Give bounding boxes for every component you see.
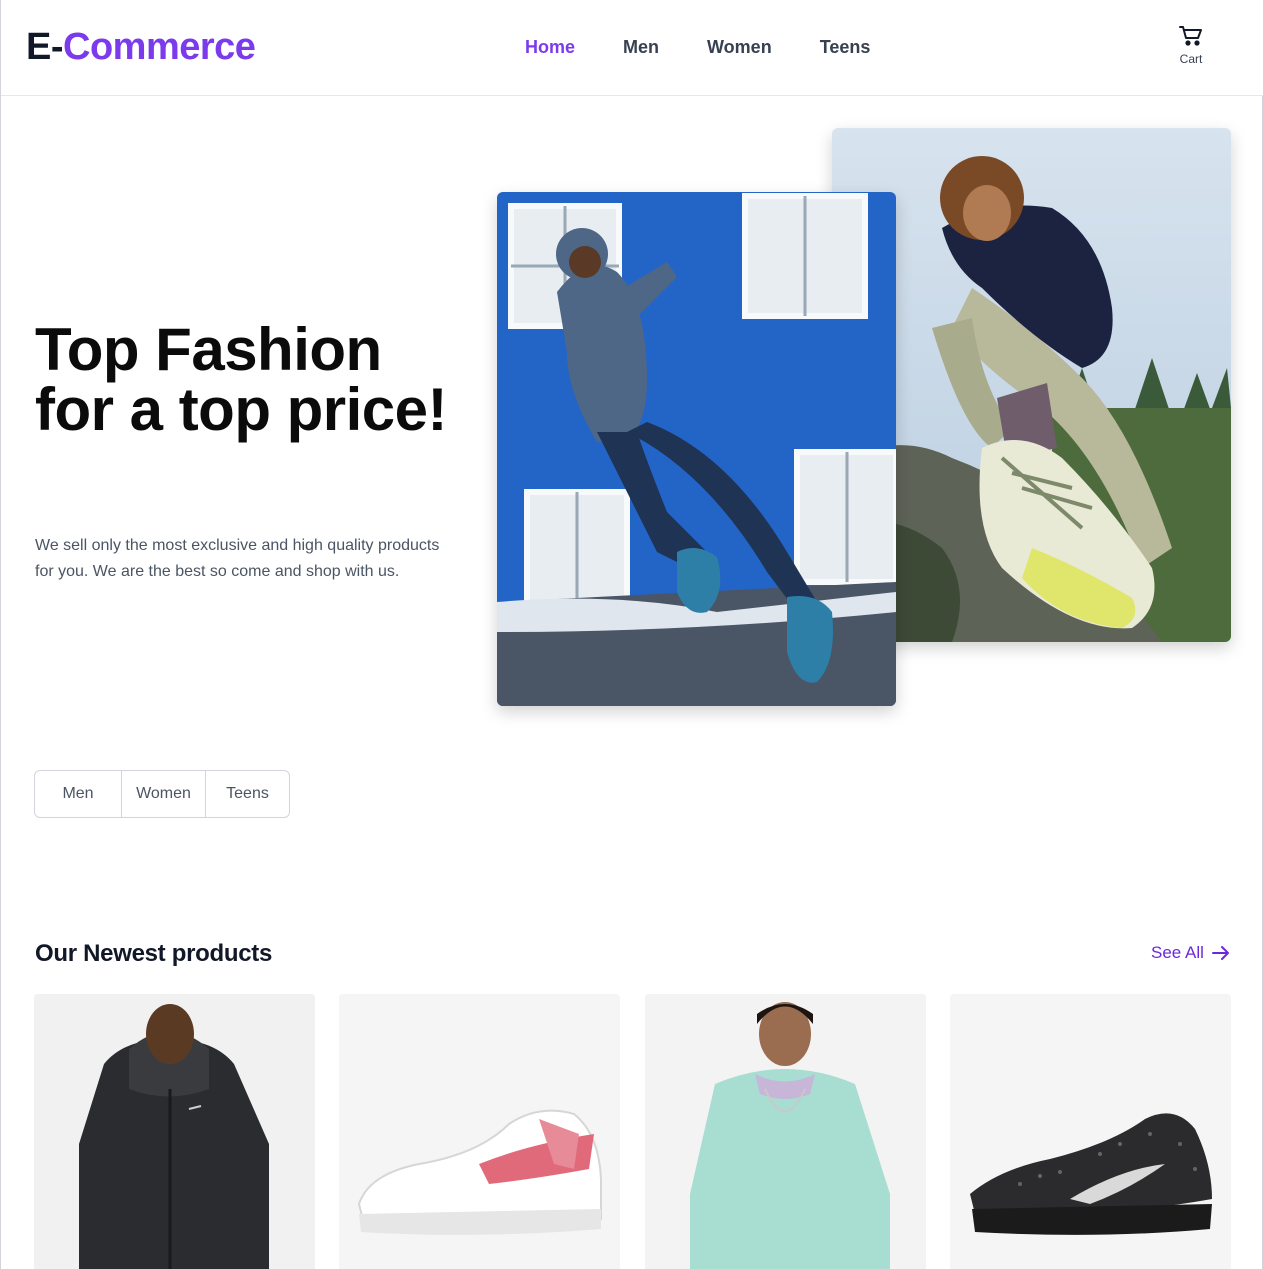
hero-description: We sell only the most exclusive and high…: [35, 537, 440, 580]
see-all-label: See All: [1151, 943, 1204, 962]
logo-main: Commerce: [63, 26, 256, 68]
product-card-jacket[interactable]: [34, 994, 315, 1269]
hero-title: Top Fashion for a top price!: [35, 316, 448, 443]
logo[interactable]: E-Commerce: [26, 26, 256, 68]
hero-image-runner: [497, 192, 896, 706]
product-card-sneaker-white[interactable]: [339, 994, 620, 1269]
category-teens-button[interactable]: Teens: [205, 771, 289, 817]
nav-teens[interactable]: Teens: [820, 36, 871, 58]
mint-sweatshirt-image: [645, 994, 926, 1269]
category-men-button[interactable]: Men: [35, 771, 121, 817]
section-title: Our Newest products: [35, 940, 273, 967]
main-nav: Home Men Women Teens: [525, 36, 870, 58]
cart-button[interactable]: Cart: [1169, 24, 1213, 66]
black-runner-sneaker-image: [950, 994, 1231, 1269]
black-jacket-image: [34, 994, 315, 1269]
product-card-sweatshirt[interactable]: [645, 994, 926, 1269]
arrow-right-icon: [1211, 946, 1229, 960]
see-all-link[interactable]: See All: [1151, 943, 1230, 963]
cart-icon: [1179, 26, 1202, 46]
category-segment: Men Women Teens: [34, 770, 290, 818]
nav-home[interactable]: Home: [525, 36, 575, 58]
white-red-sneaker-image: [339, 994, 620, 1269]
cart-label: Cart: [1179, 52, 1203, 66]
logo-prefix: E-: [26, 26, 64, 68]
nav-women[interactable]: Women: [707, 36, 772, 58]
site-header: E-Commerce Home Men Women Teens Cart: [1, 0, 1263, 96]
nav-men[interactable]: Men: [623, 36, 659, 58]
product-card-sneaker-black[interactable]: [950, 994, 1231, 1269]
category-women-button[interactable]: Women: [121, 771, 205, 817]
